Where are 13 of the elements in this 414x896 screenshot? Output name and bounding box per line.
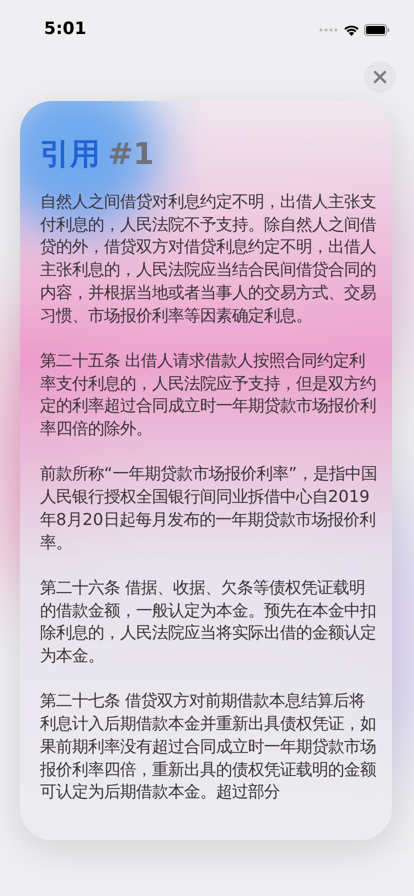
citation-paragraph: 第二十五条 出借人请求借款人按照合同约定利率支付利息的，人民法院应予支持，但是双方约定的利率超过合同成立时一年期贷款市场报价利率四倍的除外。 [40, 350, 377, 440]
wifi-icon [343, 24, 360, 36]
battery-icon [364, 24, 390, 36]
signal-icon [319, 28, 339, 32]
citation-paragraph: 前款所称“一年期贷款市场报价利率”，是指中国人民银行授权全国银行间同业拆借中心自2019年8月20日起每月发布的一年期贷款市场报价利率。 [40, 463, 378, 554]
citation-paragraph: 自然人之间借贷对利息约定不明，出借人主张支付利息的，人民法院不予支持。除自然人之间借贷的外，借贷双方对借贷利息约定不明，出借人主张利息的，人民法院应当结合民间借贷合同的内容，并根据当地或者当事人的交易方式、交易习惯、市场报价利率等因素确定利息。 [40, 191, 377, 327]
citation-paragraph: 第二十七条 借贷双方对前期借款本息结算后将利息计入后期借款本金并重新出具债权凭证，如果前期利率没有超过合同成立时一年期贷款市场报价利率四倍，重新出具的债权凭证载明的金额可认定为后期借款本金。超过部分 [40, 690, 377, 804]
citation-title: 引用 [40, 137, 100, 172]
close-button[interactable] [364, 61, 396, 93]
status-time: 5:01 [44, 18, 86, 42]
close-icon [373, 70, 387, 84]
citation-number: #1 [108, 137, 154, 172]
citation-paragraph: 第二十六条 借据、收据、欠条等债权凭证载明的借款金额，一般认定为本金。预先在本金中扣除利息的，人民法院应当将实际出借的金额认定为本金。 [40, 576, 377, 668]
